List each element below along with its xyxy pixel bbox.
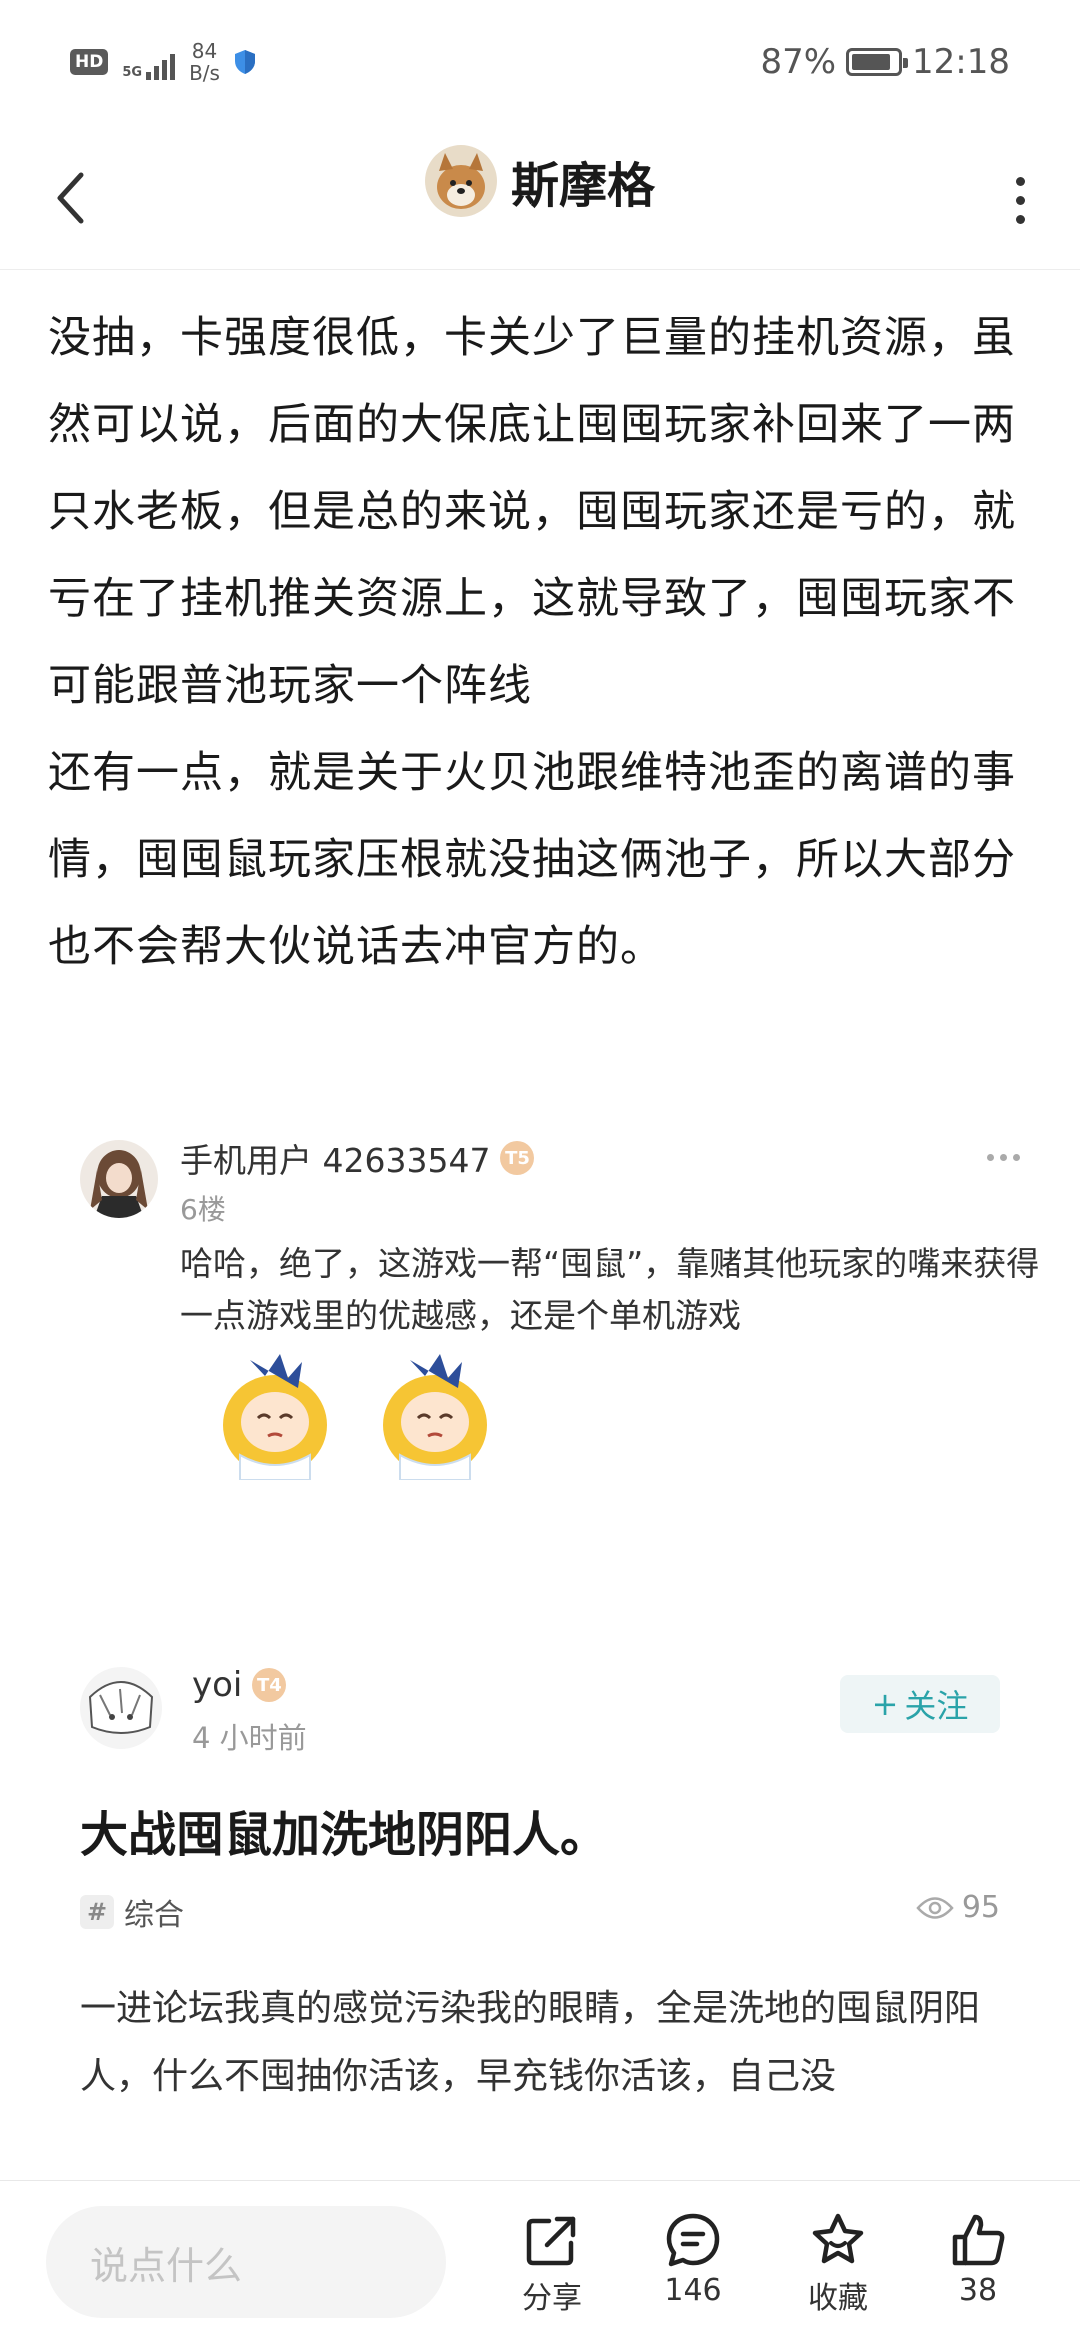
reply-author[interactable]: 手机用户 42633547 T5 [180, 1134, 535, 1182]
hashtag-icon: # [80, 1895, 114, 1929]
battery-icon [846, 48, 909, 76]
post-excerpt[interactable]: 一进论坛我真的感觉污染我的眼睛，全是洗地的囤鼠阴阳人，什么不囤抽你活该，早充钱你… [80, 1975, 1000, 2111]
status-right: 87% 12:18 [760, 42, 1010, 82]
favorite-label: 收藏 [808, 2281, 868, 2316]
comments-count: 146 [664, 2273, 722, 2308]
sticker-row [210, 1340, 500, 1480]
anime-girl-avatar-icon [80, 1140, 158, 1218]
signal-indicator: 5G [122, 44, 176, 80]
post-avatar[interactable] [80, 1667, 162, 1749]
page-title: 斯摩格 [510, 158, 655, 214]
reply-floor: 6楼 [180, 1193, 226, 1226]
post-title[interactable]: 大战囤鼠加洗地阴阳人。 [80, 1795, 608, 1865]
level-badge: T5 [500, 1141, 535, 1175]
post-username: yoi [192, 1665, 243, 1705]
sketch-avatar-icon [80, 1667, 162, 1749]
like-button[interactable]: 38 [928, 2211, 1028, 2308]
article-body: 玩家呢，补偿了单只。并且囤囤玩家开服至今因为没抽，卡强度很低，卡关少了巨量的挂机… [48, 270, 1028, 991]
top-nav: 斯摩格 [0, 125, 1080, 270]
battery-fill [852, 54, 891, 70]
article-paragraph: 玩家呢，补偿了单只。并且囤囤玩家开服至今因为没抽，卡强度很低，卡关少了巨量的挂机… [48, 270, 1016, 711]
status-left: HD 5G 84 B/s [70, 40, 256, 84]
battery-percent: 87% [760, 42, 837, 82]
follow-label: 关注 [904, 1687, 969, 1725]
likes-count: 38 [958, 2273, 998, 2308]
level-badge: T4 [252, 1668, 287, 1702]
share-icon [526, 2216, 576, 2266]
post-author[interactable]: yoi T4 [192, 1665, 287, 1705]
post-time: 4 小时前 [192, 1721, 307, 1755]
bottom-action-bar: 说点什么 分享 146 收藏 38 [0, 2180, 1080, 2340]
share-button[interactable]: 分享 [502, 2211, 602, 2317]
post-tag[interactable]: # 综合 [80, 1890, 184, 1934]
favorite-button[interactable]: 收藏 [788, 2211, 888, 2317]
clock: 12:18 [912, 42, 1010, 82]
sticker-image [223, 1354, 327, 1480]
comment-icon [666, 2213, 720, 2267]
title-group[interactable]: 斯摩格 [0, 145, 1080, 217]
star-icon [812, 2213, 864, 2264]
article-viewport: 玩家呢，补偿了单只。并且囤囤玩家开服至今因为没抽，卡强度很低，卡关少了巨量的挂机… [0, 270, 1080, 1090]
avatar[interactable] [424, 145, 497, 217]
net-speed-unit: B/s [189, 61, 220, 85]
view-count: 95 [916, 1890, 1000, 1925]
status-bar: HD 5G 84 B/s 87% 12:18 [0, 0, 1080, 125]
net-speed-value: 84 [191, 39, 218, 63]
sticker-image [383, 1354, 487, 1480]
reply-username: 手机用户 42633547 [180, 1141, 491, 1180]
thumbs-up-icon [952, 2214, 1005, 2266]
network-type: 5G [122, 65, 143, 80]
eye-icon [916, 1896, 954, 1919]
follow-button[interactable]: + 关注 [840, 1675, 1000, 1733]
comment-button[interactable]: 146 [643, 2211, 743, 2308]
share-label: 分享 [522, 2281, 582, 2316]
hd-badge: HD [70, 49, 109, 75]
signal-bars-icon [146, 50, 176, 80]
more-vertical-icon[interactable] [1000, 165, 1040, 235]
views-value: 95 [961, 1890, 1000, 1925]
post-meta: # 综合 95 [80, 1890, 1000, 1933]
shield-icon [234, 50, 255, 74]
reply-avatar[interactable] [80, 1140, 158, 1218]
article-paragraph: 还有一点，就是关于火贝池跟维特池歪的离谱的事情，囤囤鼠玩家压根就没抽这俩池子，所… [48, 748, 1016, 972]
more-horizontal-icon[interactable] [987, 1154, 1020, 1161]
reply-text: 哈哈，绝了，这游戏一帮“囤鼠”，靠赌其他玩家的嘴来获得一点游戏里的优越感，还是个… [180, 1244, 1040, 1335]
plus-icon: + [871, 1685, 899, 1723]
tag-label: 综合 [124, 1898, 184, 1933]
dog-avatar-icon [424, 145, 497, 217]
net-speed: 84 B/s [189, 40, 220, 84]
comment-input[interactable]: 说点什么 [46, 2206, 446, 2318]
